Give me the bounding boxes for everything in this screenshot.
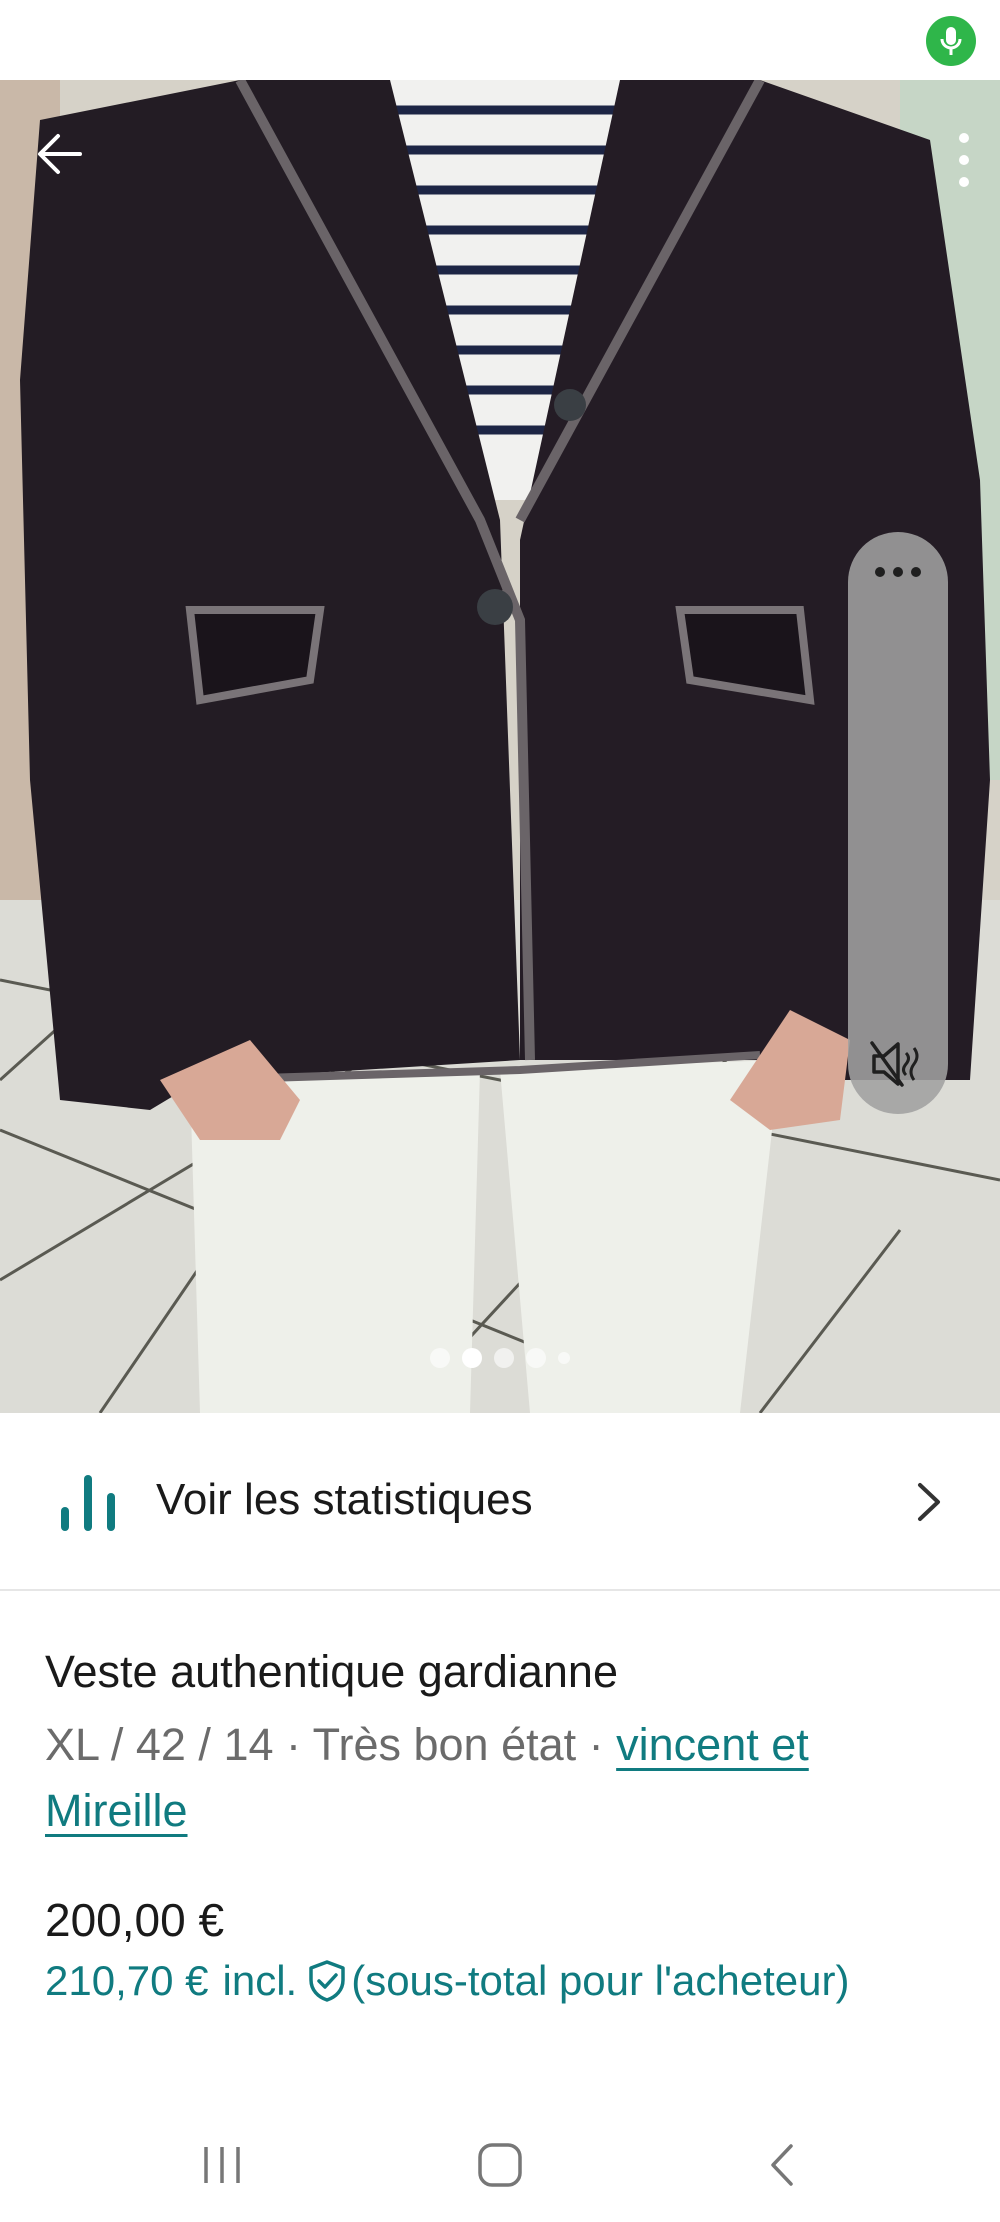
chevron-right-icon: [918, 1483, 940, 1521]
mute-button[interactable]: [866, 1032, 930, 1096]
recents-button[interactable]: [182, 2130, 262, 2200]
buyer-total-price: 210,70 €: [45, 1957, 209, 2004]
item-meta-details: XL / 42 / 14 · Très bon état ·: [45, 1719, 617, 1770]
nav-back-icon: [771, 2144, 793, 2186]
video-side-panel: [848, 532, 948, 1114]
item-meta: XL / 42 / 14 · Très bon état · vincent e…: [45, 1712, 945, 1844]
item-title: Veste authentique gardianne: [45, 1646, 618, 1697]
system-nav-bar: [0, 2110, 1000, 2222]
home-icon: [478, 2143, 522, 2187]
back-button[interactable]: [28, 122, 92, 186]
more-horizontal-icon: [875, 567, 921, 577]
more-options-button[interactable]: [944, 120, 984, 200]
buyer-total-incl: incl.: [222, 1957, 298, 2004]
panel-more-button[interactable]: [868, 552, 928, 592]
gallery-dot[interactable]: [558, 1352, 570, 1364]
status-bar: [0, 0, 1000, 80]
nav-back-button[interactable]: [742, 2130, 822, 2200]
mic-icon: [926, 16, 976, 66]
buyer-total-row[interactable]: 210,70 € incl. (sous-total pour l'achete…: [45, 1957, 849, 2005]
stats-row[interactable]: Voir les statistiques: [0, 1413, 1000, 1591]
gallery-dot[interactable]: [494, 1348, 514, 1368]
bar-chart-icon: [61, 1475, 115, 1531]
recents-icon: [204, 2147, 240, 2183]
stats-label: Voir les statistiques: [156, 1475, 533, 1524]
home-button[interactable]: [460, 2130, 540, 2200]
item-price: 200,00 €: [45, 1894, 225, 1946]
more-vertical-icon: [959, 133, 969, 187]
volume-mute-icon: [870, 1041, 919, 1087]
buyer-total-note: (sous-total pour l'acheteur): [351, 1957, 850, 2004]
gallery-dot-active[interactable]: [462, 1348, 482, 1368]
arrow-left-icon: [38, 134, 82, 174]
shield-check-icon: [309, 1960, 345, 2002]
gallery-dot[interactable]: [430, 1348, 450, 1368]
gallery-dot[interactable]: [526, 1348, 546, 1368]
gallery-pagination: [0, 1346, 1000, 1370]
